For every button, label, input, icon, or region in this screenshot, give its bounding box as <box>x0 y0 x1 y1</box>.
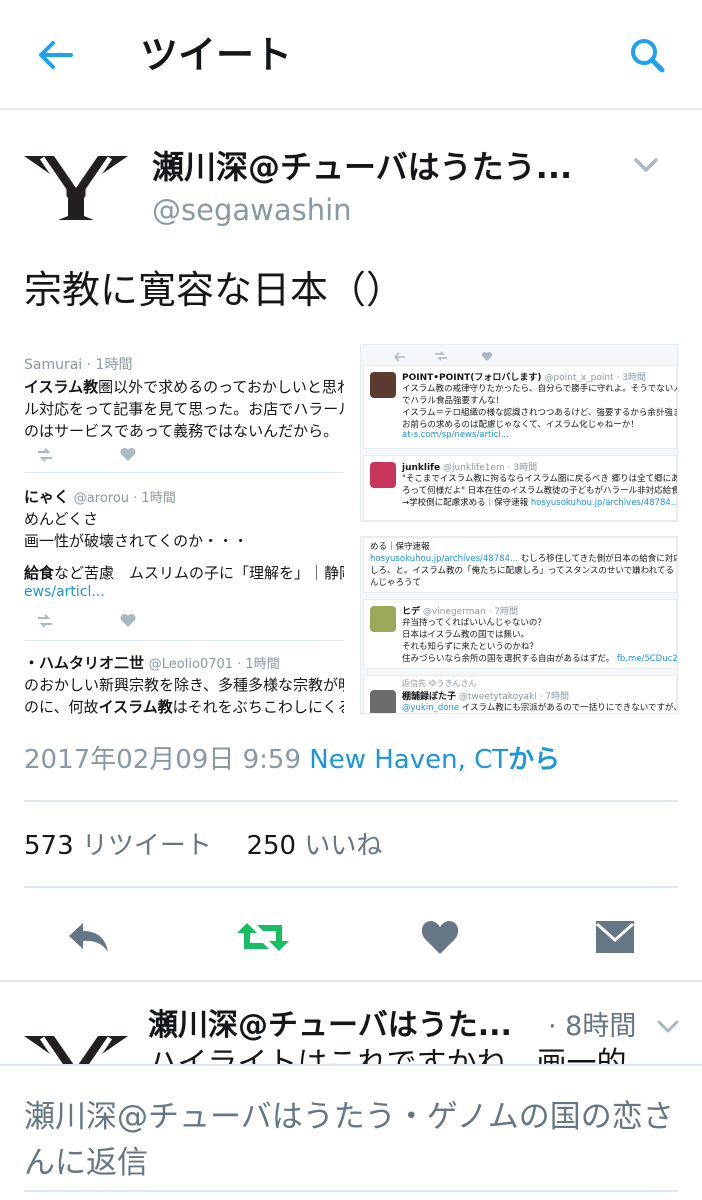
avatar[interactable] <box>24 150 128 224</box>
direct-message-button[interactable] <box>585 912 645 962</box>
media-image-left[interactable]: Samurai · 1時間 イスラム教圏以外で求めるのっておかしいと思わ ル対応… <box>24 344 344 714</box>
reply-compose-placeholder[interactable]: 瀬川深@チューバはうたう・ゲノムの国の恋さんに返信 <box>24 1094 688 1186</box>
tweet-time: 9:59 <box>242 745 301 775</box>
retweet-count-link[interactable]: 573 リツイート <box>24 831 212 861</box>
like-label: いいね <box>304 831 383 861</box>
ss-left-t1-header: Samurai · 1時間 <box>24 357 133 373</box>
ss-rb-card3-line1: @yukin_done イスラム教にも宗派があるので一括りにできないですが、私は… <box>402 703 677 713</box>
ss-left-sep1 <box>24 472 344 473</box>
like-button[interactable] <box>410 912 470 962</box>
ss-rb-card1-line3: しろ、と。イスラム教の「俺たちに配慮しろ」ってスタンスのせいで嫌われてる <box>370 566 674 576</box>
ss-left-t2-line3: 給食など苦慮 ムスリムの子に「理解を」｜静岡 <box>24 564 344 582</box>
arrow-left-icon <box>39 41 73 69</box>
reply-button[interactable] <box>58 912 118 962</box>
ss-left-t3-header: ・ハムタリオ二世 @Leolio0701 · 1時間 <box>24 654 280 672</box>
heart-icon <box>421 921 459 954</box>
ss-rb-card1-line2: hosyusokuhou.jp/archives/48784... むしろ移住し… <box>370 554 678 564</box>
ss-left-t2-line2: 画一性が破壊されてくのか・・・ <box>24 532 249 550</box>
search-icon <box>631 39 665 73</box>
author-name[interactable]: 瀬川深@チューバはうたう... <box>152 144 612 190</box>
ss-rt-actions-top <box>394 351 493 362</box>
tweet-location-link[interactable]: New Haven, CT <box>309 745 508 775</box>
ss-rt-card2: junklife @junklife1em · 3時間 "そこまでイスラム教に拘… <box>363 455 677 521</box>
tweet-timestamp: 2017年02月09日 9:59 New Haven, CTから <box>24 740 560 780</box>
retweet-icon <box>237 923 289 951</box>
reply-menu-button[interactable] <box>654 1016 682 1036</box>
ss-rt-card2-line2: ろって何様だよ" 日本在住のイスラム教徒の子どもがハラール非対応給食に苦慮 <box>402 486 678 496</box>
ss-rb-card2-line3: それも知らずに来たというのかね？ <box>402 642 538 652</box>
ss-left-sep2 <box>24 640 344 641</box>
avatar-logo-icon <box>24 156 128 220</box>
page-title: ツイート <box>140 33 293 77</box>
ss-rt-card1-line1: イスラム教の戒律守りたかったら、自分らで勝手に守れよ。そうでない人間にま <box>402 384 678 394</box>
ss-left-t2-actions <box>38 613 136 628</box>
ss-rb-card1-line4: んじゃろうて <box>370 578 422 588</box>
chevron-down-icon <box>634 158 658 172</box>
media-image-right-bottom[interactable]: める｜保守速報 hosyusokuhou.jp/archives/48784..… <box>360 536 678 714</box>
ss-left-t1-line3: のはサービスであって義務ではないんだから。 <box>24 422 339 440</box>
ss-rt-card2-line1: "そこまでイスラム教に拘るならイスラム圏に戻るべき 郷りは全て郷にあわせ <box>402 474 678 484</box>
chevron-down-icon <box>657 1020 679 1033</box>
ss-rt-card1-avatar <box>370 372 396 398</box>
ss-rb-card2-line4: 住みづらいなら余所の国を選択する自由があるはずだ。 fb.me/5CDuc2es… <box>402 654 678 664</box>
reply-compose-underline <box>24 1190 678 1192</box>
search-button[interactable] <box>622 30 672 80</box>
ss-rb-card3-avatar <box>370 690 396 713</box>
ss-rb-card2-line1: 弁当持ってくればいいんじゃないの？ <box>402 618 546 628</box>
tweet-text: 宗教に寛容な日本（） <box>24 268 405 312</box>
retweet-count: 573 <box>24 831 74 861</box>
ss-left-t2-line4: ews/articl... <box>24 584 105 600</box>
ss-left-t2-line1: めんどくさ <box>24 510 99 528</box>
ss-rb-card2: ヒデ @vinegerman · 7時間 弁当持ってくればいいんじゃないの？ 日… <box>363 599 677 669</box>
reply-compose-bar[interactable]: 瀬川深@チューバはうたう・ゲノムの国の恋さんに返信 <box>0 1064 702 1200</box>
tweet-media-grid[interactable]: Samurai · 1時間 イスラム教圏以外で求めるのっておかしいと思わ ル対応… <box>24 344 678 714</box>
ss-rb-card2-avatar <box>370 606 396 632</box>
media-image-right-top[interactable]: POINT•POINT(フォロバします) @point_x_point · 3時… <box>360 344 678 522</box>
ss-rt-card1-line3: イスラム＝テロ組織の様な認識されつつあるけど、強要するから余計強まった！ <box>402 408 678 418</box>
tweet-date: 2017年02月09日 <box>24 745 235 775</box>
ss-rt-card1-line5: at-s.com/sp/news/articl... <box>402 430 509 440</box>
ss-left-t1-actions <box>38 447 136 462</box>
divider <box>24 886 678 888</box>
like-count: 250 <box>246 831 297 861</box>
retweet-button[interactable] <box>233 912 293 962</box>
back-button[interactable] <box>30 30 80 80</box>
ss-rb-card2-line2: 日本はイスラム教の国では無い。 <box>402 630 529 640</box>
like-count-link[interactable]: 250 いいね <box>246 831 382 861</box>
divider <box>24 800 678 802</box>
ss-rt-card2-line3: →学校側に配慮求める｜保守速報 hosyusokuhou.jp/archives… <box>402 498 678 508</box>
tweet-menu-button[interactable] <box>630 152 662 176</box>
ss-rt-card1-line4: お前らの求めるのは配慮じゃなくて、イスラム化じゃねーか！ <box>402 420 639 430</box>
tweet-location-suffix: から <box>508 745 561 775</box>
ss-rb-card3: 返信先 ゆうきんさん 棚舗録ぼた子 @tweetytakoyaki · 7時間 … <box>363 675 677 713</box>
retweet-label: リツイート <box>81 831 212 861</box>
ss-rb-card1: める｜保守速報 hosyusokuhou.jp/archives/48784..… <box>363 537 677 593</box>
ss-rt-card1-line2: でハラル食品強要すんな！ <box>402 396 505 406</box>
ss-left-t3-line2: のに、何故イスラム教はそれをぶちこわしにくる <box>24 698 344 714</box>
ss-left-t2-header: にゃく @arorou · 1時間 <box>24 488 176 506</box>
ss-left-t1-line1: イスラム教圏以外で求めるのっておかしいと思わ <box>24 378 344 396</box>
top-app-bar: ツイート <box>0 0 702 110</box>
reply-icon <box>69 923 108 952</box>
divider <box>0 980 702 982</box>
author-handle[interactable]: @segawashin <box>152 190 352 230</box>
reply-text: ハイライトはこれですかね、画一的 <box>148 1046 627 1064</box>
ss-rt-card1: POINT•POINT(フォロバします) @point_x_point · 3時… <box>363 365 677 449</box>
ss-rt-card2-avatar <box>370 462 396 488</box>
ss-left-t1-line2: ル対応をって記事を見て思った。お店でハラール <box>24 400 344 418</box>
ss-rb-card3-reply: 返信先 ゆうきんさん <box>402 679 477 688</box>
ss-rb-card1-line1: める｜保守速報 <box>370 542 430 552</box>
envelope-icon <box>596 921 634 953</box>
ss-left-t3-line1: のおかしい新興宗教を除き、多種多様な宗教が明 <box>24 676 344 694</box>
tweet-stats: 573 リツイート 250 いいね <box>24 826 382 866</box>
